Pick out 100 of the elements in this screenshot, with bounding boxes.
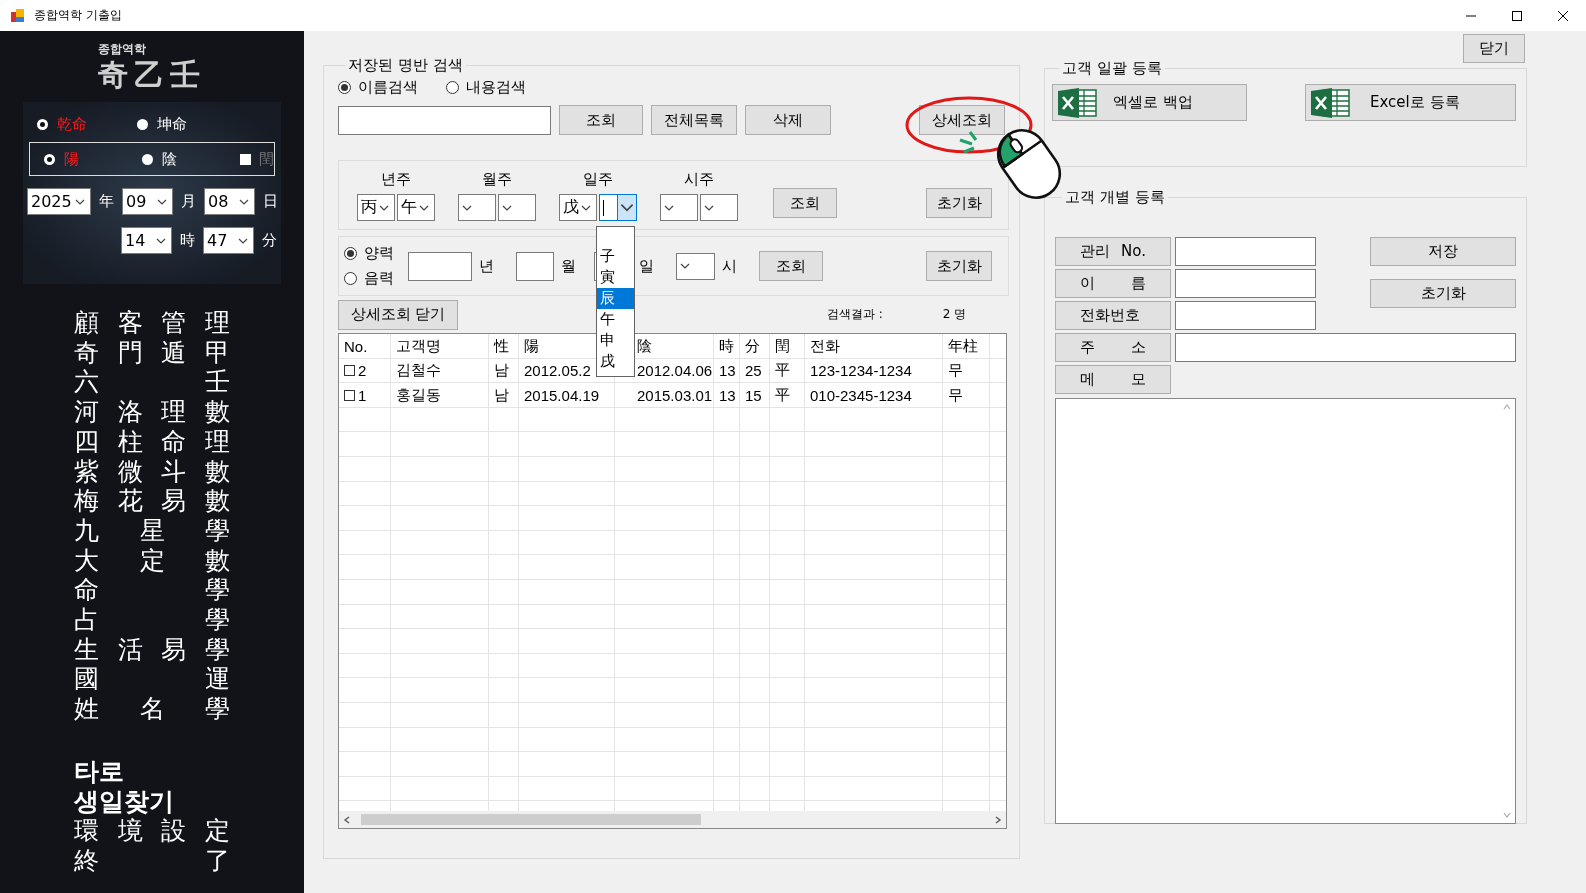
radio-button[interactable]: 양력 xyxy=(344,244,394,263)
radio-button[interactable]: 坤命 xyxy=(137,114,237,134)
combo-box[interactable] xyxy=(676,252,715,280)
column-header[interactable]: 閏 xyxy=(770,334,805,359)
menu-item[interactable]: 奇門遁甲 xyxy=(74,337,230,368)
horizontal-scrollbar[interactable] xyxy=(339,811,1006,828)
radio-button[interactable]: 乾命 xyxy=(37,114,137,134)
column-header[interactable]: 分 xyxy=(740,334,770,359)
dropdown-item[interactable]: 寅 xyxy=(597,267,634,288)
combo-box[interactable]: 08 xyxy=(204,188,255,215)
unit-label: 월 xyxy=(561,256,576,276)
save-button[interactable]: 저장 xyxy=(1370,237,1516,266)
chevron-down-icon xyxy=(75,198,85,205)
dropdown-item[interactable]: 戌 xyxy=(597,351,634,372)
reset-button[interactable]: 초기화 xyxy=(926,188,992,218)
scroll-thumb[interactable] xyxy=(361,814,701,825)
input-field[interactable] xyxy=(1175,269,1316,298)
menu-item[interactable]: 四柱命理 xyxy=(74,426,230,457)
menu-item[interactable]: 生活易學 xyxy=(74,634,230,665)
field-label[interactable]: 전화번호 xyxy=(1055,301,1171,330)
combo-box[interactable] xyxy=(457,194,496,221)
column-header[interactable]: No. xyxy=(339,334,391,359)
radio-button[interactable]: 내용검색 xyxy=(446,77,526,97)
table-cell: 2012.04.06 xyxy=(637,362,713,380)
menu-item[interactable]: 타로 xyxy=(74,756,230,787)
detail-search-button[interactable]: 상세조회 xyxy=(919,105,1005,135)
table-cell: 010-2345-1234 xyxy=(810,387,912,404)
radio-button[interactable]: 음력 xyxy=(344,269,394,288)
field-label[interactable]: 관리 No. xyxy=(1055,237,1171,266)
excel-button[interactable]: 엑셀로 백업 xyxy=(1052,84,1247,121)
combo-box[interactable]: 午 xyxy=(396,194,435,221)
scroll-right-icon[interactable] xyxy=(994,815,1002,824)
combo-box[interactable]: 戊 xyxy=(558,194,597,221)
action-button[interactable]: 조회 xyxy=(559,105,643,135)
input-field[interactable] xyxy=(1175,237,1316,266)
menu-item[interactable]: 國運 xyxy=(74,664,230,695)
radio-button[interactable]: 陰 xyxy=(142,149,240,169)
field-label[interactable]: 주 소 xyxy=(1055,333,1171,362)
menu-item[interactable]: 河洛理數 xyxy=(74,397,230,427)
dropdown-item[interactable]: 子 xyxy=(597,246,634,267)
field-label[interactable]: 메 모 xyxy=(1055,365,1171,394)
memo-field[interactable] xyxy=(1055,398,1516,824)
search-field[interactable] xyxy=(338,105,551,135)
combo-box[interactable]: 09 xyxy=(122,188,173,215)
input-field[interactable] xyxy=(1175,333,1516,362)
menu-item[interactable]: 紫微斗數 xyxy=(74,456,230,487)
scroll-down-icon[interactable] xyxy=(1502,811,1511,819)
column-header[interactable]: 年柱 xyxy=(943,334,990,359)
action-button[interactable]: 전체목록 xyxy=(651,105,737,135)
input-field[interactable] xyxy=(1175,301,1316,330)
checkbox[interactable] xyxy=(344,390,355,401)
scroll-left-icon[interactable] xyxy=(343,815,351,824)
menu-item[interactable]: 六壬 xyxy=(74,367,230,398)
combo-box[interactable]: 2025 xyxy=(27,188,91,215)
menu-item[interactable]: 九星學 xyxy=(74,515,230,546)
dropdown-item[interactable]: 午 xyxy=(597,309,634,330)
menu-item[interactable]: 大定數 xyxy=(74,545,230,576)
excel-button[interactable]: Excel로 등록 xyxy=(1305,84,1516,121)
table-cell: 13 xyxy=(719,362,736,380)
reset-button[interactable]: 초기화 xyxy=(1370,279,1516,308)
checkbox[interactable]: 閏 xyxy=(240,149,274,169)
combo-box[interactable] xyxy=(699,194,738,221)
combo-box[interactable]: 47 xyxy=(203,227,254,254)
column-header[interactable]: 전화 xyxy=(805,334,943,359)
pillar-label: 시주 xyxy=(683,170,714,189)
field-label[interactable]: 이 름 xyxy=(1055,269,1171,298)
close-button[interactable]: 닫기 xyxy=(1463,34,1525,63)
search-button[interactable]: 조회 xyxy=(773,188,837,218)
combo-box[interactable] xyxy=(659,194,698,221)
action-button[interactable]: 삭제 xyxy=(745,105,831,135)
close-icon[interactable] xyxy=(1557,9,1569,22)
menu-item[interactable]: 姓名學 xyxy=(74,694,230,724)
menu-item[interactable]: 命學 xyxy=(74,575,230,606)
dropdown-item[interactable]: 辰 xyxy=(597,288,634,309)
menu-item[interactable]: 環境設定 xyxy=(74,816,230,846)
reset-button[interactable]: 초기화 xyxy=(926,251,992,281)
close-detail-button[interactable]: 상세조회 닫기 xyxy=(338,299,458,330)
combo-box[interactable]: 丙 xyxy=(356,194,395,221)
checkbox[interactable] xyxy=(344,365,355,377)
scroll-up-icon[interactable] xyxy=(1502,403,1511,411)
dropdown-item[interactable]: 申 xyxy=(597,330,634,351)
menu-item[interactable]: 顧客管理 xyxy=(74,308,230,338)
maximize-icon[interactable] xyxy=(1511,9,1523,22)
combo-box[interactable]: 14 xyxy=(121,227,172,254)
year-field[interactable] xyxy=(408,251,472,281)
combo-box[interactable] xyxy=(598,194,637,221)
column-header[interactable]: 고객명 xyxy=(391,334,489,359)
month-field[interactable] xyxy=(516,251,554,281)
row-number: 1 xyxy=(358,387,367,404)
spreadsheet-icon xyxy=(1057,86,1097,119)
column-header[interactable]: 性 xyxy=(489,334,519,359)
menu-item[interactable]: 終了 xyxy=(74,845,230,876)
radio-button[interactable]: 이름검색 xyxy=(338,77,418,97)
radio-button[interactable]: 陽 xyxy=(44,149,142,169)
column-header[interactable]: 時 xyxy=(714,334,740,359)
menu-item[interactable]: 占學 xyxy=(74,605,230,635)
combo-box[interactable] xyxy=(497,194,536,221)
menu-item[interactable]: 생일찾기 xyxy=(74,786,230,817)
search-button[interactable]: 조회 xyxy=(759,251,823,281)
menu-item[interactable]: 梅花易數 xyxy=(74,486,230,516)
